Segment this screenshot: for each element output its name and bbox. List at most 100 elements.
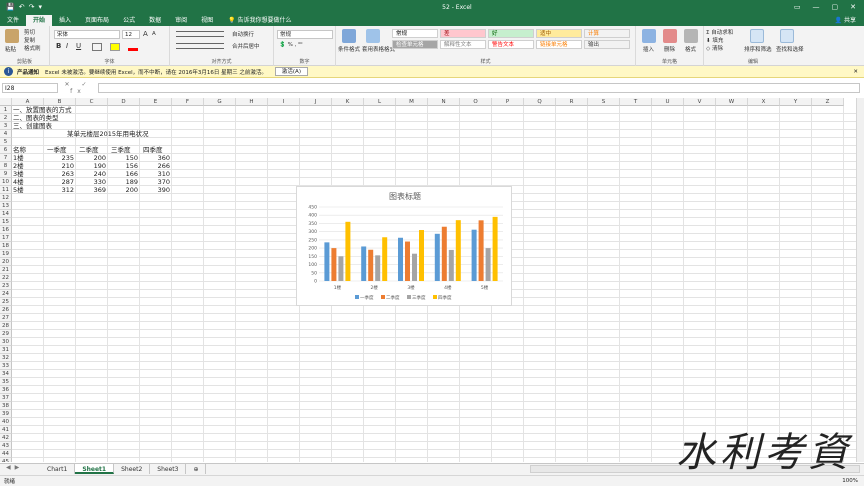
- cell-style-7[interactable]: 警告文本: [488, 40, 534, 49]
- save-icon[interactable]: 💾: [6, 3, 15, 11]
- fill-button[interactable]: ⬇ 填充: [706, 36, 723, 44]
- cell-style-2[interactable]: 好: [488, 29, 534, 38]
- sheet-tab-sheet1[interactable]: Sheet1: [75, 464, 115, 474]
- clear-button[interactable]: ◇ 清除: [706, 44, 723, 52]
- row-header-37[interactable]: 37: [0, 394, 12, 402]
- tab-view[interactable]: 视图: [194, 15, 220, 26]
- column-header-Q[interactable]: Q: [524, 98, 556, 106]
- tab-formulas[interactable]: 公式: [116, 15, 142, 26]
- cell-E8[interactable]: 266: [140, 162, 170, 170]
- formula-buttons[interactable]: ✕ ✓ fx: [58, 81, 98, 95]
- shrink-font-button[interactable]: A: [152, 31, 156, 37]
- cell-C10[interactable]: 330: [76, 178, 106, 186]
- column-header-S[interactable]: S: [588, 98, 620, 106]
- cell-D9[interactable]: 166: [108, 170, 138, 178]
- row-header-34[interactable]: 34: [0, 370, 12, 378]
- tell-me-search[interactable]: 💡 告诉我你想要做什么: [228, 15, 291, 26]
- cell-D10[interactable]: 189: [108, 178, 138, 186]
- row-header-3[interactable]: 3: [0, 122, 12, 130]
- row-header-20[interactable]: 20: [0, 258, 12, 266]
- row-header-2[interactable]: 2: [0, 114, 12, 122]
- row-header-36[interactable]: 36: [0, 386, 12, 394]
- column-header-Y[interactable]: Y: [780, 98, 812, 106]
- cell-A1[interactable]: 一、放置图表的方式: [13, 106, 72, 114]
- cell-E7[interactable]: 360: [140, 154, 170, 162]
- column-header-V[interactable]: V: [684, 98, 716, 106]
- ribbon-display-icon[interactable]: ▭: [794, 3, 801, 11]
- row-header-38[interactable]: 38: [0, 402, 12, 410]
- sort-filter-icon[interactable]: [750, 29, 764, 43]
- row-header-5[interactable]: 5: [0, 138, 12, 146]
- cell-A7[interactable]: 1楼: [13, 154, 24, 162]
- close-button[interactable]: ✕: [850, 3, 856, 11]
- row-header-25[interactable]: 25: [0, 298, 12, 306]
- column-header-F[interactable]: F: [172, 98, 204, 106]
- column-header-G[interactable]: G: [204, 98, 236, 106]
- font-color-icon[interactable]: [128, 43, 138, 51]
- grow-font-button[interactable]: A: [143, 30, 148, 38]
- tab-insert[interactable]: 插入: [52, 15, 78, 26]
- row-header-9[interactable]: 9: [0, 170, 12, 178]
- column-header-P[interactable]: P: [492, 98, 524, 106]
- sheet-tab-sheet2[interactable]: Sheet2: [114, 464, 151, 474]
- row-header-28[interactable]: 28: [0, 322, 12, 330]
- row-header-17[interactable]: 17: [0, 234, 12, 242]
- sheet-tab-chart1[interactable]: Chart1: [40, 464, 76, 474]
- paste-icon[interactable]: [5, 29, 19, 43]
- cell-style-3[interactable]: 适中: [536, 29, 582, 38]
- cell-B9[interactable]: 263: [44, 170, 74, 178]
- bold-button[interactable]: B: [56, 42, 61, 50]
- cell-E11[interactable]: 390: [140, 186, 170, 194]
- cell-B4[interactable]: 某单元楼层2015年用电状况: [67, 130, 149, 138]
- insert-cells-icon[interactable]: [642, 29, 656, 43]
- horizontal-align-icons[interactable]: [176, 43, 224, 49]
- cell-A9[interactable]: 3楼: [13, 170, 24, 178]
- row-header-16[interactable]: 16: [0, 226, 12, 234]
- table-format-button[interactable]: 套用表格格式: [362, 45, 395, 53]
- row-header-39[interactable]: 39: [0, 410, 12, 418]
- cell-E6[interactable]: 四季度: [143, 146, 163, 154]
- cell-B10[interactable]: 287: [44, 178, 74, 186]
- insert-cells-button[interactable]: 插入: [643, 45, 654, 53]
- row-header-42[interactable]: 42: [0, 434, 12, 442]
- cell-style-4[interactable]: 计算: [584, 29, 630, 38]
- row-header-30[interactable]: 30: [0, 338, 12, 346]
- cell-B11[interactable]: 312: [44, 186, 74, 194]
- column-header-K[interactable]: K: [332, 98, 364, 106]
- column-header-O[interactable]: O: [460, 98, 492, 106]
- cell-B6[interactable]: 一季度: [47, 146, 67, 154]
- undo-icon[interactable]: ↶: [19, 3, 25, 11]
- delete-cells-icon[interactable]: [663, 29, 677, 43]
- row-header-32[interactable]: 32: [0, 354, 12, 362]
- conditional-format-button[interactable]: 条件格式: [338, 45, 360, 53]
- vertical-align-icons[interactable]: [176, 31, 224, 37]
- column-header-A[interactable]: A: [12, 98, 44, 106]
- zoom-level[interactable]: 100%: [842, 478, 864, 484]
- customize-qat-icon[interactable]: ▾: [38, 3, 42, 11]
- font-name-select[interactable]: 宋体: [54, 30, 120, 39]
- tab-data[interactable]: 数据: [142, 15, 168, 26]
- paste-button[interactable]: 粘贴: [5, 45, 16, 53]
- row-header-7[interactable]: 7: [0, 154, 12, 162]
- cell-D8[interactable]: 156: [108, 162, 138, 170]
- row-header-4[interactable]: 4: [0, 130, 12, 138]
- column-header-Z[interactable]: Z: [812, 98, 844, 106]
- activate-button[interactable]: 激活(A): [274, 67, 308, 76]
- column-header-L[interactable]: L: [364, 98, 396, 106]
- row-header-8[interactable]: 8: [0, 162, 12, 170]
- font-size-select[interactable]: 12: [122, 30, 140, 39]
- minimize-button[interactable]: —: [813, 3, 820, 11]
- row-header-14[interactable]: 14: [0, 210, 12, 218]
- row-header-23[interactable]: 23: [0, 282, 12, 290]
- row-header-43[interactable]: 43: [0, 442, 12, 450]
- cell-C9[interactable]: 240: [76, 170, 106, 178]
- cell-A10[interactable]: 4楼: [13, 178, 24, 186]
- tab-review[interactable]: 审阅: [168, 15, 194, 26]
- name-box[interactable]: I28: [2, 83, 58, 93]
- cell-A3[interactable]: 三、创建图表: [13, 122, 52, 130]
- maximize-button[interactable]: ▢: [832, 3, 839, 11]
- row-header-10[interactable]: 10: [0, 178, 12, 186]
- new-sheet-button[interactable]: ⊕: [186, 464, 207, 474]
- row-header-41[interactable]: 41: [0, 426, 12, 434]
- row-header-29[interactable]: 29: [0, 330, 12, 338]
